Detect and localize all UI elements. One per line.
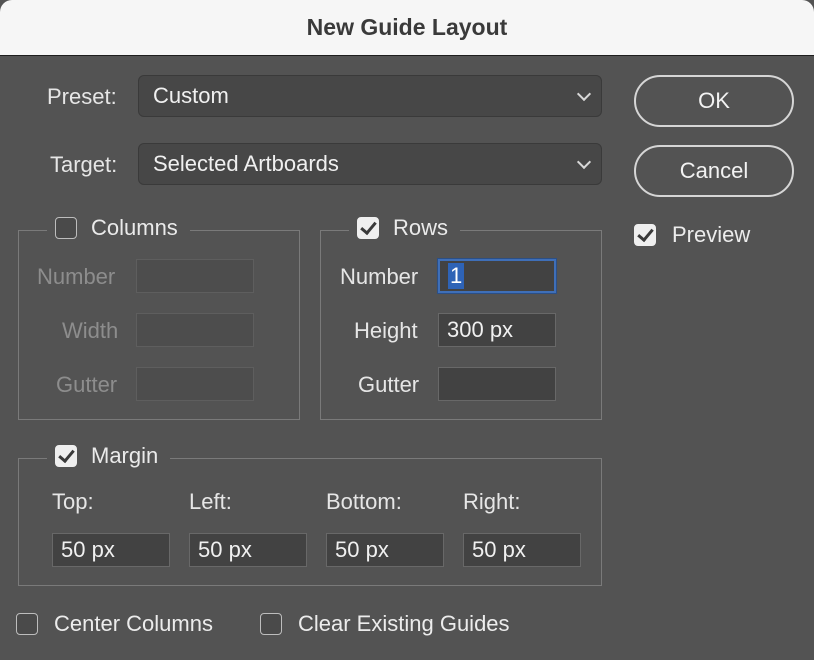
rows-height-label: Height: [354, 318, 418, 343]
margin-checkbox[interactable]: [55, 445, 77, 467]
ok-button[interactable]: OK: [634, 75, 794, 127]
new-guide-layout-dialog: Preset: Custom Target: Selected Artboard…: [0, 56, 814, 660]
margin-bottom-label: Bottom:: [326, 489, 402, 514]
clear-existing-guides-checkbox[interactable]: [260, 613, 282, 635]
rows-gutter-field[interactable]: [438, 367, 556, 401]
rows-number-value: 1: [448, 263, 465, 289]
rows-height-field[interactable]: 300 px: [438, 313, 556, 347]
rows-number-field[interactable]: 1: [438, 259, 556, 293]
margin-left-field[interactable]: 50 px: [189, 533, 307, 567]
chevron-down-icon: [576, 86, 592, 102]
margin-label: Margin: [91, 443, 159, 468]
center-columns-option[interactable]: Center Columns: [16, 611, 213, 637]
dialog-title: New Guide Layout: [306, 14, 508, 40]
margin-right-label: Right:: [463, 489, 521, 514]
columns-label: Columns: [91, 215, 178, 240]
rows-legend: Rows: [349, 215, 461, 241]
columns-legend: Columns: [47, 215, 190, 241]
center-columns-checkbox[interactable]: [16, 613, 38, 635]
rows-gutter-label: Gutter: [358, 372, 420, 397]
preset-label: Preset:: [47, 84, 117, 109]
preview-label: Preview: [672, 222, 751, 247]
target-value: Selected Artboards: [153, 151, 339, 176]
cancel-button[interactable]: Cancel: [634, 145, 794, 197]
margin-legend: Margin: [47, 443, 171, 469]
preview-option[interactable]: Preview: [634, 222, 750, 248]
preset-dropdown[interactable]: Custom: [138, 75, 602, 117]
columns-gutter-label: Gutter: [56, 372, 118, 397]
target-label: Target:: [50, 152, 118, 177]
chevron-down-icon: [576, 154, 592, 170]
margin-top-field[interactable]: 50 px: [52, 533, 170, 567]
dialog-titlebar: New Guide Layout: [0, 0, 814, 56]
preset-value: Custom: [153, 83, 229, 108]
columns-checkbox[interactable]: [55, 217, 77, 239]
clear-existing-guides-option[interactable]: Clear Existing Guides: [260, 611, 510, 637]
margin-right-field[interactable]: 50 px: [463, 533, 581, 567]
rows-label: Rows: [393, 215, 449, 240]
margin-top-label: Top:: [52, 489, 94, 514]
target-dropdown[interactable]: Selected Artboards: [138, 143, 602, 185]
rows-checkbox[interactable]: [357, 217, 379, 239]
columns-width-field[interactable]: [136, 313, 254, 347]
center-columns-label: Center Columns: [54, 611, 213, 636]
columns-number-field[interactable]: [136, 259, 254, 293]
preview-checkbox[interactable]: [634, 224, 656, 246]
columns-width-label: Width: [62, 318, 119, 343]
columns-number-label: Number: [37, 264, 116, 289]
clear-existing-guides-label: Clear Existing Guides: [298, 611, 510, 636]
columns-gutter-field[interactable]: [136, 367, 254, 401]
rows-number-label: Number: [340, 264, 419, 289]
margin-bottom-field[interactable]: 50 px: [326, 533, 444, 567]
margin-left-label: Left:: [189, 489, 232, 514]
